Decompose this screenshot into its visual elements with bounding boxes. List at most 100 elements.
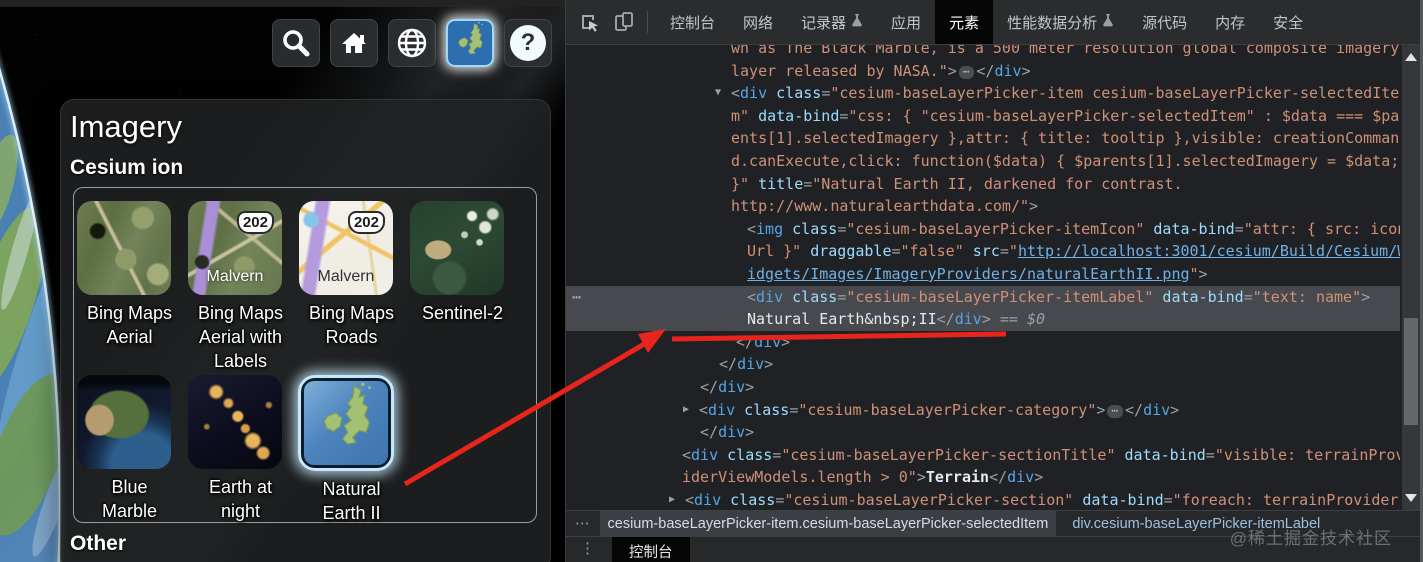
inline-expand-ellipsis-icon[interactable]: ⋯ [1107,404,1124,418]
panel-title: Imagery [70,109,182,144]
dom-tree-line[interactable]: </div> [566,353,1400,376]
search-button[interactable] [272,19,320,67]
imagery-item-blue-marble[interactable]: Blue Marble [74,375,185,525]
imagery-item-sentinel-2[interactable]: Sentinel-2 [407,201,518,373]
devtools-tab-8[interactable]: 内存 [1201,0,1259,44]
tabbar-divider [647,11,648,33]
home-button[interactable] [330,19,378,67]
inspect-element-icon[interactable] [579,12,600,33]
route-shield-label: 202 [236,211,274,234]
scroll-up-icon[interactable] [1405,53,1417,61]
natural-earth-thumbnail-icon [448,21,492,65]
dom-tree-line[interactable]: </div> [566,376,1400,399]
dom-tree-line[interactable]: <div class="cesium-baseLayerPicker-secti… [566,444,1400,467]
search-icon [280,27,312,59]
dom-tree-line[interactable]: m" data-bind="css: { "cesium-baseLayerPi… [566,105,1400,128]
devtools-tab-6[interactable]: 性能数据分析 [993,0,1128,44]
scrollbar-thumb[interactable] [1404,318,1418,425]
imagery-item-label: Bing Maps Aerial with Labels [197,303,284,371]
dom-tree-line[interactable]: </div> [566,331,1400,354]
devtools-tab-3[interactable]: 记录器 [787,0,877,44]
imagery-item-label: Sentinel-2 [421,303,504,323]
elements-scrollbar[interactable] [1402,44,1420,511]
devtools-tab-5[interactable]: 元素 [935,0,994,44]
tab-label: 应用 [891,14,922,32]
tab-label: 记录器 [801,14,847,32]
devtools-tab-2[interactable]: 网络 [729,0,787,44]
devtools-tab-1[interactable]: 控制台 [656,0,729,44]
base-layer-picker-panel: Imagery Cesium ion Bing Maps Aerial 202 Ma… [60,99,551,562]
imagery-item-label: Natural Earth II [322,479,381,523]
devtools-tab-4[interactable]: 应用 [877,0,935,44]
devtools-tabbar-tabs: 控制台 网络 记录器 应用 元素 性能数据分析 源代码 内存 安全 [656,0,1317,44]
elements-tree: wn as The Black Marble, is a 500 meter r… [566,37,1400,511]
dom-tree-line[interactable]: ▼ <div class="cesium-baseLayerPicker-item… [566,82,1400,105]
cesium-toolbar: ? [272,19,552,67]
help-button[interactable]: ? [504,19,552,67]
dom-tree-line[interactable]: layer released by NASA."> ⋯ </div> [566,60,1400,83]
aerial-labels-thumbnail[interactable]: 202 Malvern [188,201,282,295]
question-icon: ? [510,25,546,61]
imagery-item-bing-maps-aerial[interactable]: Bing Maps Aerial [74,201,185,373]
device-toolbar-icon[interactable] [613,11,635,33]
expand-arrow-closed-icon[interactable]: ▶ [683,399,689,422]
cesium-viewport: ? Imagery Cesium ion Bing Maps Aerial 202… [0,0,565,562]
imagery-item-natural-earth-ii[interactable]: Natural Earth II [296,375,407,525]
imagery-item-label: Blue Marble [101,477,158,521]
dom-tree-line[interactable]: iderViewModels.length > 0">Terrain</div> [566,466,1400,489]
devtools-tabbar: 控制台 网络 记录器 应用 元素 性能数据分析 源代码 内存 安全 [566,0,1423,45]
imagery-item-label: Bing Maps Aerial [86,303,173,347]
dom-tree-line[interactable]: </div> [566,421,1400,444]
route-shield-label: 202 [347,211,385,234]
expand-arrow-closed-icon[interactable]: ▶ [669,489,675,511]
scene-mode-button[interactable] [388,19,436,67]
experiment-flask-icon [1102,13,1114,31]
night-thumbnail[interactable] [188,375,282,469]
roads-thumbnail[interactable]: 202 Malvern [299,201,393,295]
experiment-flask-icon [851,13,863,31]
imagery-item-bing-maps-aerial-with-labels[interactable]: 202 Malvern Bing Maps Aerial with Labels [185,201,296,373]
devtools-tab-9[interactable]: 安全 [1259,0,1317,44]
map-city-label: Malvern [206,268,264,285]
dom-tree-line[interactable]: idgets/Images/ImageryProviders/naturalEa… [566,263,1400,286]
drawer-menu-icon[interactable]: ⋮ [566,537,603,562]
dom-tree-line[interactable]: Natural Earth&nbsp;II</div> == $0 [566,308,1400,331]
selected-item-border [298,375,394,471]
sentinel-thumbnail[interactable] [410,201,504,295]
devtools-tab-7[interactable]: 源代码 [1128,0,1201,44]
blue-marble-thumbnail[interactable] [77,375,171,469]
imagery-item-earth-at-night[interactable]: Earth at night [185,375,296,525]
dom-tree-line[interactable]: <img class="cesium-baseLayerPicker-itemI… [566,218,1400,241]
dom-tree-line[interactable]: ⋯ <div class="cesium-baseLayerPicker-item… [566,285,1400,309]
dom-tree-line[interactable]: Url }" draggable="false" src="http://loc… [566,240,1400,263]
globe-icon [395,26,429,60]
imagery-item-bing-maps-roads[interactable]: 202 Malvern Bing Maps Roads [296,201,407,373]
category-title-other: Other [70,532,127,555]
dom-tree-line[interactable]: d.canExecute,click: function($data) { $p… [566,150,1400,173]
tab-label: 内存 [1215,14,1246,32]
base-layer-picker-button[interactable] [446,19,494,67]
inline-expand-ellipsis-icon[interactable]: ⋯ [958,65,975,79]
dom-tree-line[interactable]: ▶ <div class="cesium-baseLayerPicker-sect… [566,489,1400,511]
natural-earth-thumbnail[interactable] [304,381,388,465]
dom-tree-line[interactable]: http://www.naturalearthdata.com/"> [566,195,1400,218]
imagery-item-label: Bing Maps Roads [308,303,395,347]
selected-node-dots-icon: ⋯ [572,287,583,306]
devtools-panel: 控制台 网络 记录器 应用 元素 性能数据分析 源代码 内存 安全 wn as The Blac… [565,0,1423,562]
scroll-down-icon[interactable] [1405,494,1417,502]
breadcrumb-item-1[interactable]: cesium-baseLayerPicker-item.cesium-baseL… [599,511,1057,537]
home-icon [338,27,370,59]
imagery-items-grid: Bing Maps Aerial 202 Malvern Bing Maps Aeri… [73,187,537,523]
drawer-tab-console[interactable]: 控制台 [612,537,690,562]
breadcrumb-overflow-icon[interactable]: ⋯ [566,516,600,532]
breadcrumb: cesium-baseLayerPicker-item.cesium-baseL… [599,511,1329,537]
dom-tree-line[interactable]: }" title="Natural Earth II, darkened for… [566,173,1400,196]
expand-arrow-open-icon[interactable]: ▼ [715,82,721,105]
dom-tree-line[interactable]: ▶ <div class="cesium-baseLayerPicker-cate… [566,399,1400,422]
dom-tree-line[interactable]: ents[1].selectedImagery },attr: { title:… [566,127,1400,150]
tab-label: 元素 [949,14,980,32]
tab-label: 安全 [1273,14,1304,32]
tab-label: 性能数据分析 [1007,14,1098,32]
aerial-thumbnail[interactable] [77,201,171,295]
tab-label: 源代码 [1142,14,1188,32]
